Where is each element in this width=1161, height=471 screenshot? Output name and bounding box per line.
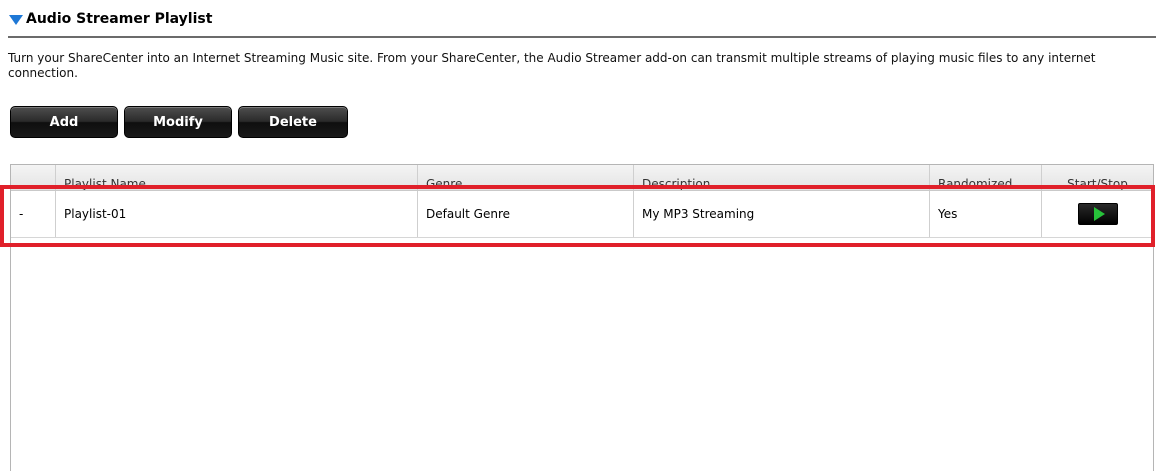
column-header-marker[interactable] [11, 165, 56, 190]
section-divider [8, 36, 1156, 38]
row-playlist-name: Playlist-01 [56, 191, 418, 237]
column-header-description[interactable]: Description [634, 165, 930, 190]
column-header-genre[interactable]: Genre [418, 165, 634, 190]
playlist-toolbar: Add Modify Delete [10, 106, 354, 138]
section-description: Turn your ShareCenter into an Internet S… [8, 51, 1096, 80]
column-header-playlist-name[interactable]: Playlist Name [56, 165, 418, 190]
row-marker: - [11, 191, 56, 237]
modify-button[interactable]: Modify [124, 106, 232, 138]
add-button[interactable]: Add [10, 106, 118, 138]
playlist-table: Playlist Name Genre Description Randomiz… [10, 164, 1154, 471]
start-stream-button[interactable] [1077, 203, 1118, 225]
row-description: My MP3 Streaming [634, 191, 930, 237]
table-row[interactable]: - Playlist-01 Default Genre My MP3 Strea… [11, 191, 1153, 238]
column-header-start-stop[interactable]: Start/Stop [1042, 165, 1153, 191]
play-icon [1094, 207, 1105, 221]
section-header[interactable]: Audio Streamer Playlist [9, 8, 212, 30]
row-genre: Default Genre [418, 191, 634, 237]
table-header: Playlist Name Genre Description Randomiz… [11, 165, 1153, 191]
row-start-stop [1042, 191, 1153, 237]
row-randomized: Yes [930, 191, 1042, 237]
delete-button[interactable]: Delete [238, 106, 348, 138]
section-title: Audio Streamer Playlist [26, 11, 213, 27]
collapse-triangle-icon[interactable] [9, 14, 23, 25]
column-header-randomized[interactable]: Randomized [930, 165, 1042, 190]
